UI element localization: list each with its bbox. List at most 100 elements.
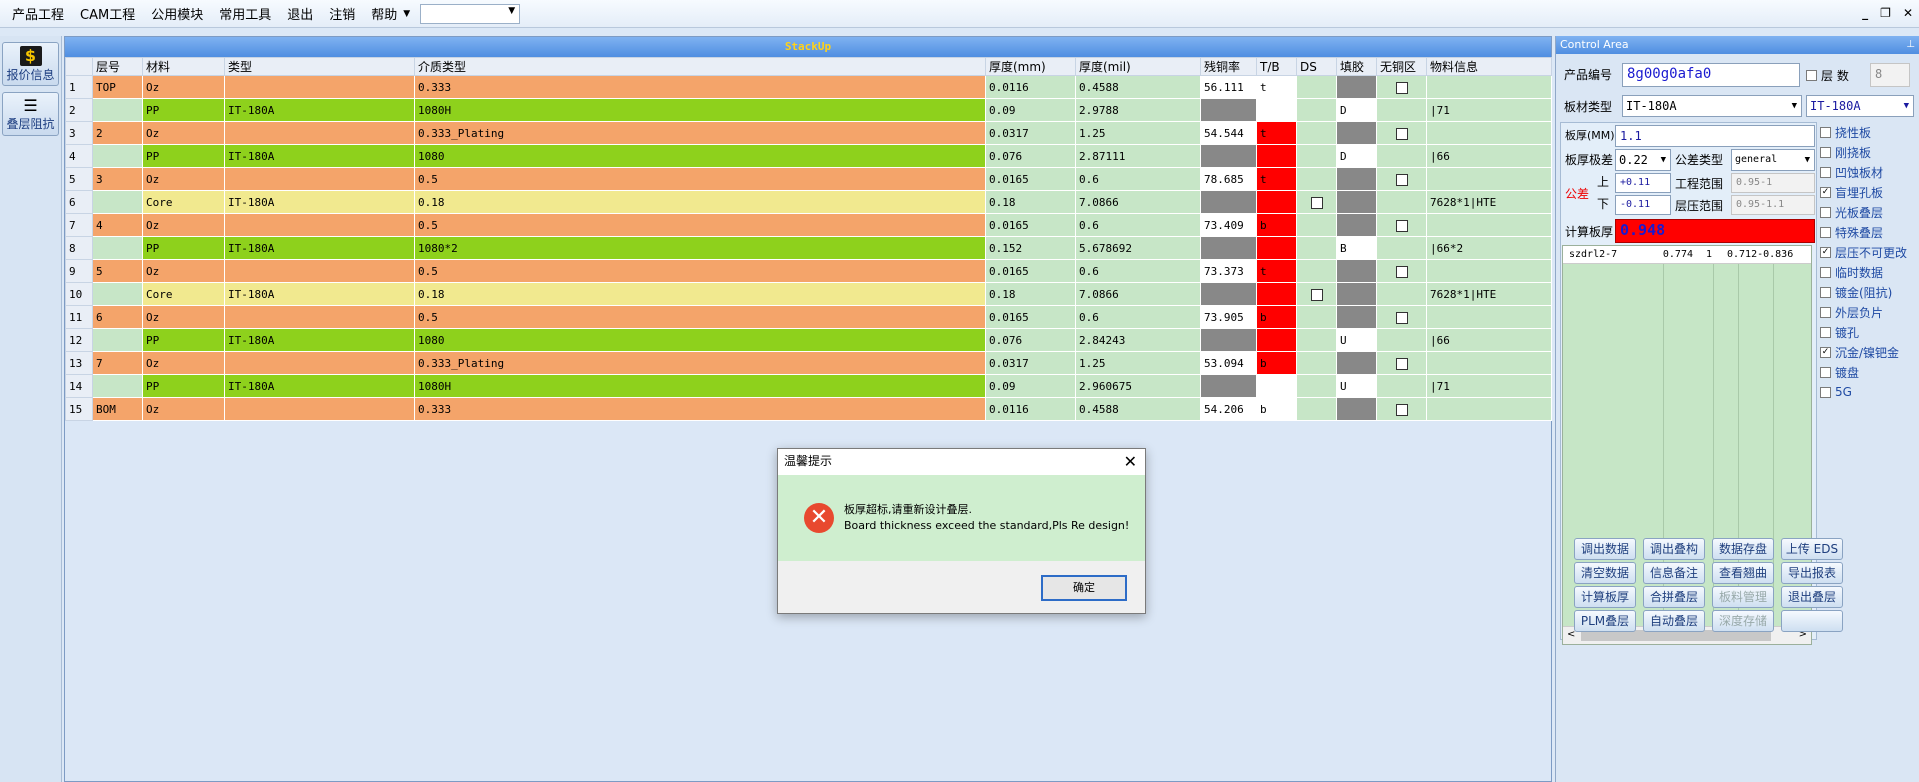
fill-cell[interactable]: D <box>1336 98 1377 122</box>
eng-range-input[interactable]: 0.95-1 <box>1731 173 1815 193</box>
dielectric-cell[interactable]: 0.333 <box>414 397 986 421</box>
dielectric-cell[interactable]: 1080*2 <box>414 236 986 260</box>
option-checkbox[interactable]: 5G <box>1820 382 1918 402</box>
thickness-mm-cell[interactable]: 0.152 <box>985 236 1076 260</box>
pin-icon[interactable]: ⊥ <box>1906 36 1915 54</box>
thickness-mil-cell[interactable]: 0.6 <box>1075 167 1201 191</box>
checkbox-checked[interactable]: ✓ <box>1820 246 1831 258</box>
action-button[interactable]: PLM叠层 <box>1574 610 1636 632</box>
no-copper-cell[interactable] <box>1376 190 1427 214</box>
no-copper-cell[interactable] <box>1376 328 1427 352</box>
no-copper-checkbox[interactable] <box>1395 265 1408 278</box>
no-copper-cell[interactable] <box>1376 259 1427 283</box>
ds-cell[interactable] <box>1296 259 1337 283</box>
tolerance-lower-input[interactable]: -0.11 <box>1615 195 1671 215</box>
action-button[interactable]: 板料管理 <box>1712 586 1774 608</box>
type-cell[interactable] <box>224 351 415 375</box>
dielectric-cell[interactable]: 0.5 <box>414 213 986 237</box>
checkbox-unchecked[interactable] <box>1820 166 1831 178</box>
checkbox-checked[interactable]: ✓ <box>1820 186 1831 198</box>
menu-exit[interactable]: 退出 <box>279 4 321 23</box>
col-header[interactable]: 无铜区 <box>1376 57 1427 76</box>
dielectric-cell[interactable]: 1080 <box>414 328 986 352</box>
table-row[interactable]: 10 Core IT-180A 0.18 0.18 7.0866 7628*1|HTE <box>65 282 1552 306</box>
option-checkbox[interactable]: 挠性板 <box>1820 122 1918 142</box>
menu-tools[interactable]: 常用工具 <box>211 4 279 23</box>
tb-cell[interactable] <box>1256 328 1297 352</box>
table-row[interactable]: 6 Core IT-180A 0.18 0.18 7.0866 7628*1|HTE <box>65 190 1552 214</box>
residual-copper-cell[interactable]: 54.544 <box>1200 121 1257 145</box>
type-cell[interactable]: IT-180A <box>224 374 415 398</box>
residual-copper-cell[interactable] <box>1200 236 1257 260</box>
no-copper-cell[interactable] <box>1376 351 1427 375</box>
dielectric-cell[interactable]: 0.333_Plating <box>414 121 986 145</box>
type-cell[interactable] <box>224 167 415 191</box>
material-cell[interactable]: Core <box>142 282 225 306</box>
layer-cell[interactable] <box>92 374 143 398</box>
no-copper-checkbox[interactable] <box>1395 357 1408 370</box>
thickness-mil-cell[interactable]: 2.9788 <box>1075 98 1201 122</box>
tb-cell[interactable]: t <box>1256 259 1297 283</box>
action-button[interactable]: 合拼叠层 <box>1643 586 1705 608</box>
layer-count-checkbox[interactable]: 层 数 <box>1806 65 1849 85</box>
no-copper-checkbox[interactable] <box>1395 403 1408 416</box>
menu-combo[interactable]: ▼ <box>420 3 521 24</box>
residual-copper-cell[interactable]: 53.094 <box>1200 351 1257 375</box>
tb-cell[interactable]: t <box>1256 167 1297 191</box>
material-info-cell[interactable]: 7628*1|HTE <box>1426 190 1552 214</box>
thickness-mm-cell[interactable]: 0.0317 <box>985 351 1076 375</box>
dielectric-cell[interactable]: 0.333 <box>414 75 986 99</box>
material-info-cell[interactable] <box>1426 305 1552 329</box>
menu-common-modules[interactable]: 公用模块 <box>143 4 211 23</box>
tolerance-select[interactable]: 0.22 ▼ <box>1615 149 1671 171</box>
type-cell[interactable] <box>224 397 415 421</box>
residual-copper-cell[interactable] <box>1200 374 1257 398</box>
type-cell[interactable]: IT-180A <box>224 98 415 122</box>
material-cell[interactable]: Oz <box>142 75 225 99</box>
residual-copper-cell[interactable]: 56.111 <box>1200 75 1257 99</box>
residual-copper-cell[interactable] <box>1200 98 1257 122</box>
thickness-mm-cell[interactable]: 0.18 <box>985 190 1076 214</box>
ds-cell[interactable] <box>1296 144 1337 168</box>
thickness-mm-cell[interactable]: 0.0165 <box>985 259 1076 283</box>
thickness-mm-cell[interactable]: 0.076 <box>985 144 1076 168</box>
dielectric-cell[interactable]: 0.18 <box>414 282 986 306</box>
thickness-mm-cell[interactable]: 0.0116 <box>985 75 1076 99</box>
material-cell[interactable]: PP <box>142 374 225 398</box>
checkbox-checked[interactable]: ✓ <box>1820 346 1831 358</box>
fill-cell[interactable] <box>1336 167 1377 191</box>
dielectric-cell[interactable]: 0.5 <box>414 259 986 283</box>
ds-cell[interactable] <box>1296 328 1337 352</box>
material-cell[interactable]: Oz <box>142 397 225 421</box>
press-range-input[interactable]: 0.95-1.1 <box>1731 195 1815 215</box>
thickness-mm-cell[interactable]: 0.0165 <box>985 167 1076 191</box>
no-copper-cell[interactable] <box>1376 75 1427 99</box>
dielectric-cell[interactable]: 0.5 <box>414 305 986 329</box>
minimize-icon[interactable]: _ <box>1862 6 1868 20</box>
material-info-cell[interactable] <box>1426 397 1552 421</box>
fill-cell[interactable] <box>1336 397 1377 421</box>
thickness-mm-cell[interactable]: 0.09 <box>985 98 1076 122</box>
material-info-cell[interactable] <box>1426 351 1552 375</box>
tb-cell[interactable] <box>1256 190 1297 214</box>
close-icon[interactable]: ✕ <box>1124 449 1137 474</box>
tb-cell[interactable]: t <box>1256 75 1297 99</box>
table-row[interactable]: 4 PP IT-180A 1080 0.076 2.87111 D |66 <box>65 144 1552 168</box>
tolerance-upper-input[interactable]: +0.11 <box>1615 173 1671 193</box>
material-cell[interactable]: Core <box>142 190 225 214</box>
quote-info-button[interactable]: $ 报价信息 <box>2 42 59 86</box>
no-copper-cell[interactable] <box>1376 397 1427 421</box>
action-button[interactable]: 调出数据 <box>1574 538 1636 560</box>
ds-cell[interactable] <box>1296 190 1337 214</box>
no-copper-checkbox[interactable] <box>1395 173 1408 186</box>
material-info-cell[interactable]: |66 <box>1426 328 1552 352</box>
residual-copper-cell[interactable] <box>1200 282 1257 306</box>
material-cell[interactable]: PP <box>142 236 225 260</box>
material-info-cell[interactable]: |71 <box>1426 374 1552 398</box>
col-header[interactable]: 厚度(mm) <box>985 57 1076 76</box>
checkbox-unchecked[interactable] <box>1820 146 1831 158</box>
thickness-mil-cell[interactable]: 0.6 <box>1075 213 1201 237</box>
action-button[interactable]: 计算板厚 <box>1574 586 1636 608</box>
no-copper-checkbox[interactable] <box>1395 219 1408 232</box>
option-checkbox[interactable]: 镀孔 <box>1820 322 1918 342</box>
